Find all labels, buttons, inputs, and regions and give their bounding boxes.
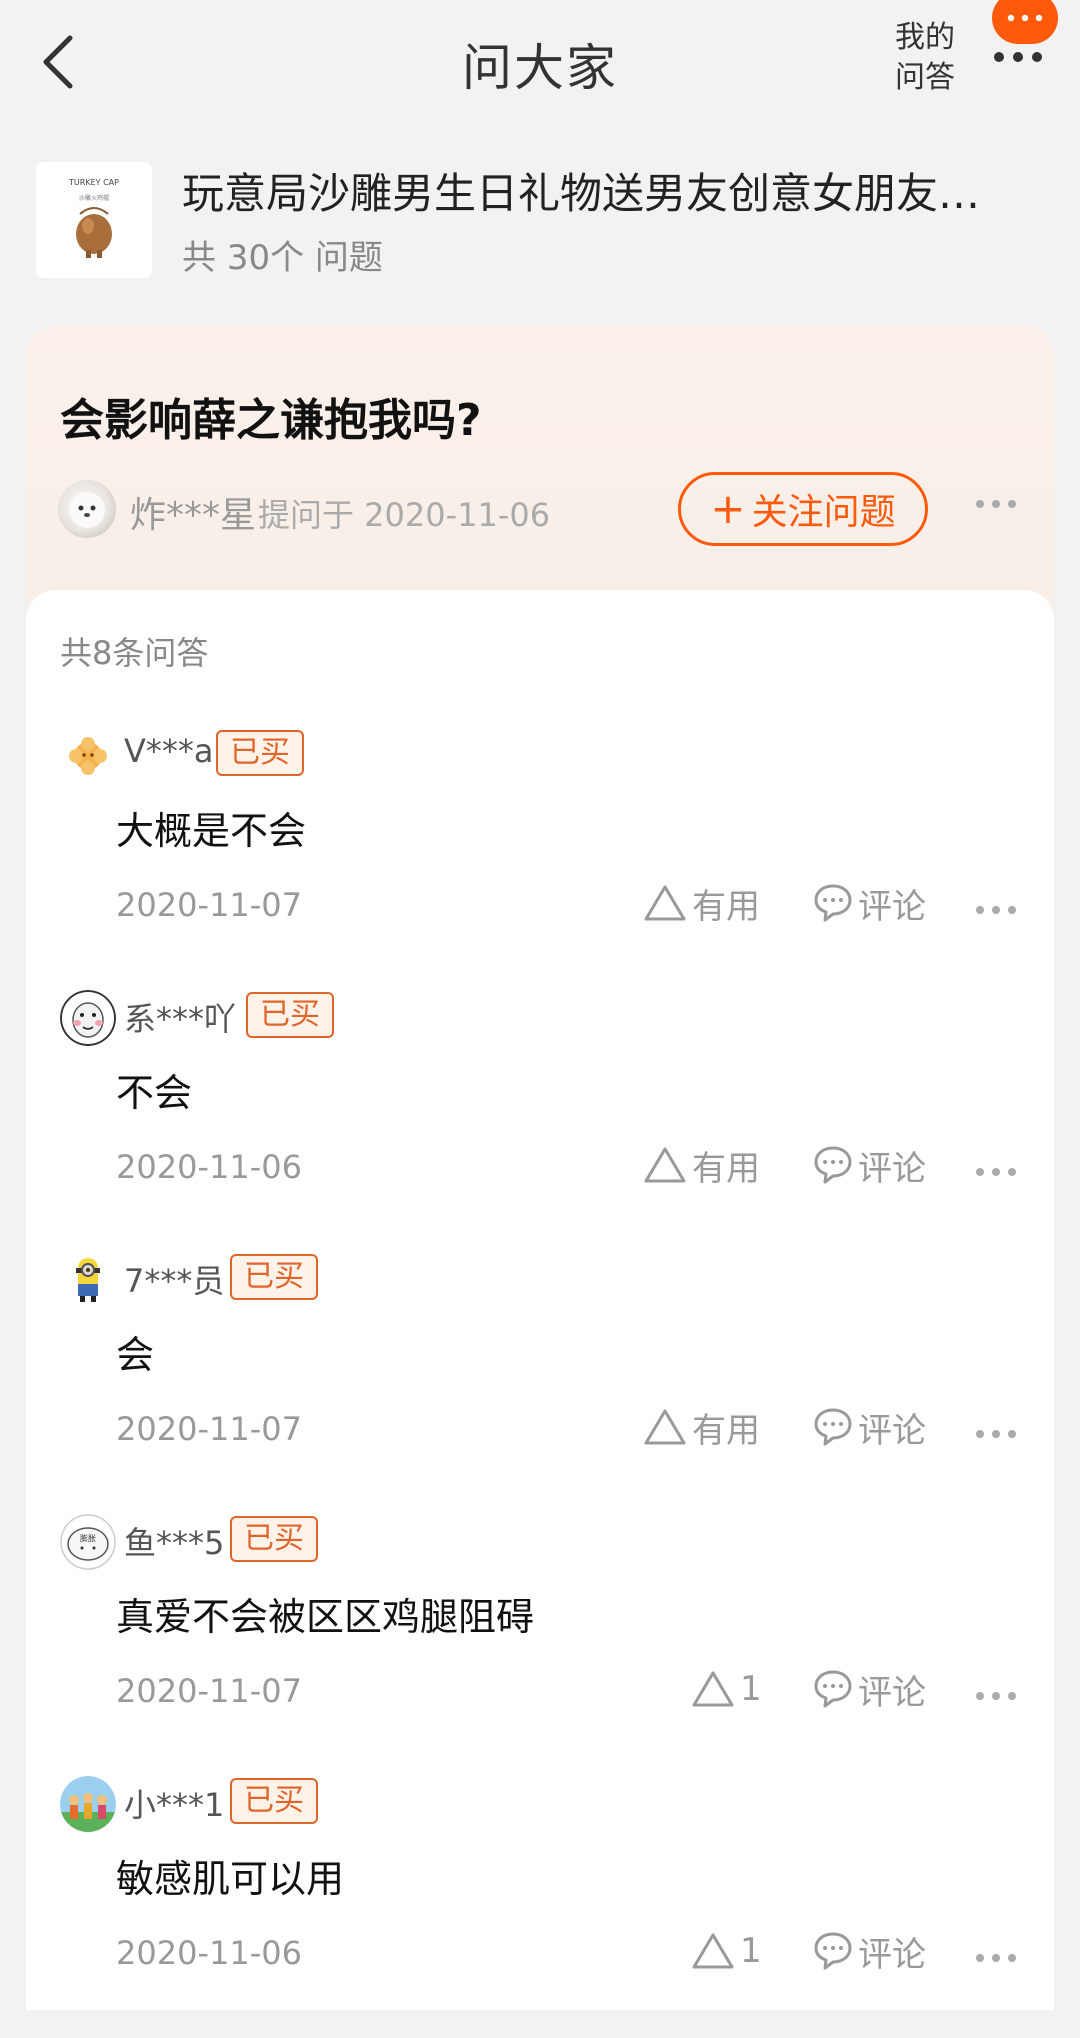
answer-date: 2020-11-06 bbox=[116, 1934, 302, 1972]
question-title: 会影响薛之谦抱我吗? bbox=[60, 395, 482, 446]
product-thumbnail: TURKEY CAP 沙雕火鸡帽 bbox=[36, 162, 152, 278]
meme-face-avatar-icon bbox=[60, 990, 116, 1046]
group-photo-avatar-icon bbox=[60, 1776, 116, 1832]
message-bubble-icon bbox=[992, 0, 1058, 44]
cartoon-avatar-icon: 膨胀 bbox=[60, 1514, 116, 1570]
my-qa-label-line1: 我的 bbox=[895, 20, 955, 55]
comment-label: 评论 bbox=[858, 886, 926, 927]
useful-button[interactable]: 1 bbox=[690, 1928, 762, 1974]
answer-user-name: 系***吖 bbox=[124, 1000, 237, 1038]
user-avatar[interactable]: 膨胀 bbox=[60, 1514, 116, 1570]
minion-avatar-icon bbox=[60, 1252, 116, 1308]
flower-avatar-icon bbox=[60, 728, 116, 784]
svg-text:膨胀: 膨胀 bbox=[80, 1533, 96, 1543]
comment-label: 评论 bbox=[858, 1934, 926, 1975]
question-card: 会影响薛之谦抱我吗? 炸***星 提问于 2020-11-06 + 关注问题 bbox=[26, 326, 1054, 626]
answer-user-name: 7***员 bbox=[124, 1262, 225, 1300]
user-avatar[interactable] bbox=[60, 1252, 116, 1308]
question-count: 共 30个 问题 bbox=[182, 238, 383, 278]
useful-label: 有用 bbox=[692, 1148, 760, 1189]
answer-item: V***a 已买 大概是不会 2020-11-07 有用 评论 bbox=[26, 728, 1054, 990]
user-avatar[interactable] bbox=[60, 1776, 116, 1832]
bought-badge: 已买 bbox=[230, 1516, 318, 1562]
bought-badge: 已买 bbox=[230, 1254, 318, 1300]
answer-user-name: 鱼***5 bbox=[124, 1524, 225, 1562]
follow-question-button[interactable]: + 关注问题 bbox=[678, 472, 928, 546]
comment-button[interactable]: 评论 bbox=[812, 1928, 926, 1975]
triangle-up-icon bbox=[644, 1409, 686, 1445]
comment-bubble-icon bbox=[814, 1408, 852, 1446]
answer-item: 7***员 已买 会 2020-11-07 有用 评论 bbox=[26, 1252, 1054, 1514]
product-title: 玩意局沙雕男生日礼物送男友创意女朋友… bbox=[182, 169, 981, 218]
answer-user-name: V***a bbox=[124, 732, 214, 770]
answer-text: 不会 bbox=[116, 1071, 193, 1115]
user-avatar[interactable] bbox=[60, 728, 116, 784]
triangle-up-icon bbox=[644, 885, 686, 921]
answer-text: 真爱不会被区区鸡腿阻碍 bbox=[116, 1595, 535, 1639]
user-avatar[interactable] bbox=[60, 990, 116, 1046]
comment-bubble-icon bbox=[814, 1932, 852, 1970]
useful-button[interactable]: 1 bbox=[690, 1666, 762, 1712]
my-qa-label-line2: 问答 bbox=[895, 60, 955, 95]
comment-button[interactable]: 评论 bbox=[812, 1404, 926, 1451]
comment-button[interactable]: 评论 bbox=[812, 1142, 926, 1189]
bought-badge: 已买 bbox=[230, 1778, 318, 1824]
triangle-up-icon bbox=[692, 1671, 734, 1707]
dog-avatar-icon bbox=[69, 492, 105, 528]
bought-badge: 已买 bbox=[246, 992, 334, 1038]
asker-avatar[interactable] bbox=[58, 480, 116, 538]
comment-bubble-icon bbox=[814, 1146, 852, 1184]
useful-button[interactable]: 有用 bbox=[642, 1142, 760, 1189]
svg-text:沙雕火鸡帽: 沙雕火鸡帽 bbox=[79, 194, 109, 202]
answer-date: 2020-11-07 bbox=[116, 1672, 302, 1710]
asked-date: 提问于 2020-11-06 bbox=[258, 496, 551, 534]
answer-date: 2020-11-06 bbox=[116, 1148, 302, 1186]
answer-more-icon[interactable] bbox=[976, 1954, 1016, 1962]
answer-more-icon[interactable] bbox=[976, 1430, 1016, 1438]
useful-button[interactable]: 有用 bbox=[642, 1404, 760, 1451]
answer-item: 系***吖 已买 不会 2020-11-06 有用 评论 bbox=[26, 990, 1054, 1252]
more-button[interactable] bbox=[988, 0, 1058, 80]
answer-more-icon[interactable] bbox=[976, 1168, 1016, 1176]
top-bar: 问大家 我的 问答 bbox=[0, 0, 1080, 130]
useful-button[interactable]: 有用 bbox=[642, 880, 760, 927]
comment-button[interactable]: 评论 bbox=[812, 880, 926, 927]
my-qa-button[interactable]: 我的 问答 bbox=[880, 18, 970, 98]
answer-date: 2020-11-07 bbox=[116, 1410, 302, 1448]
answer-text: 大概是不会 bbox=[116, 809, 307, 853]
question-more-icon[interactable] bbox=[976, 500, 1016, 508]
follow-label: 关注问题 bbox=[751, 492, 896, 533]
triangle-up-icon bbox=[644, 1147, 686, 1183]
comment-bubble-icon bbox=[814, 884, 852, 922]
comment-label: 评论 bbox=[858, 1672, 926, 1713]
answer-more-icon[interactable] bbox=[976, 1692, 1016, 1700]
asker-name: 炸***星 bbox=[130, 495, 257, 536]
comment-button[interactable]: 评论 bbox=[812, 1666, 926, 1713]
bought-badge: 已买 bbox=[216, 730, 304, 776]
useful-count: 1 bbox=[740, 1931, 762, 1971]
answers-list: 共8条问答 V***a 已买 大概是不会 2020-11-07 有用 评论 系*… bbox=[26, 590, 1054, 2010]
answer-text: 会 bbox=[116, 1333, 155, 1377]
answer-text: 敏感肌可以用 bbox=[116, 1857, 345, 1901]
answer-item: 小***1 已买 敏感肌可以用 2020-11-06 1 评论 bbox=[26, 1776, 1054, 2038]
comment-bubble-icon bbox=[814, 1670, 852, 1708]
more-icon bbox=[994, 52, 1042, 62]
useful-label: 有用 bbox=[692, 1410, 760, 1451]
useful-label: 有用 bbox=[692, 886, 760, 927]
product-summary[interactable]: TURKEY CAP 沙雕火鸡帽 玩意局沙雕男生日礼物送男友创意女朋友… 共 3… bbox=[36, 160, 1046, 280]
comment-label: 评论 bbox=[858, 1410, 926, 1451]
answer-user-name: 小***1 bbox=[124, 1786, 225, 1824]
answer-more-icon[interactable] bbox=[976, 906, 1016, 914]
answer-item: 膨胀 鱼***5 已买 真爱不会被区区鸡腿阻碍 2020-11-07 1 评论 bbox=[26, 1514, 1054, 1776]
useful-count: 1 bbox=[740, 1669, 762, 1709]
plus-icon: + bbox=[710, 484, 746, 533]
answers-count: 共8条问答 bbox=[60, 634, 209, 672]
triangle-up-icon bbox=[692, 1933, 734, 1969]
comment-label: 评论 bbox=[858, 1148, 926, 1189]
answer-date: 2020-11-07 bbox=[116, 886, 302, 924]
product-image: 沙雕火鸡帽 bbox=[76, 194, 112, 258]
